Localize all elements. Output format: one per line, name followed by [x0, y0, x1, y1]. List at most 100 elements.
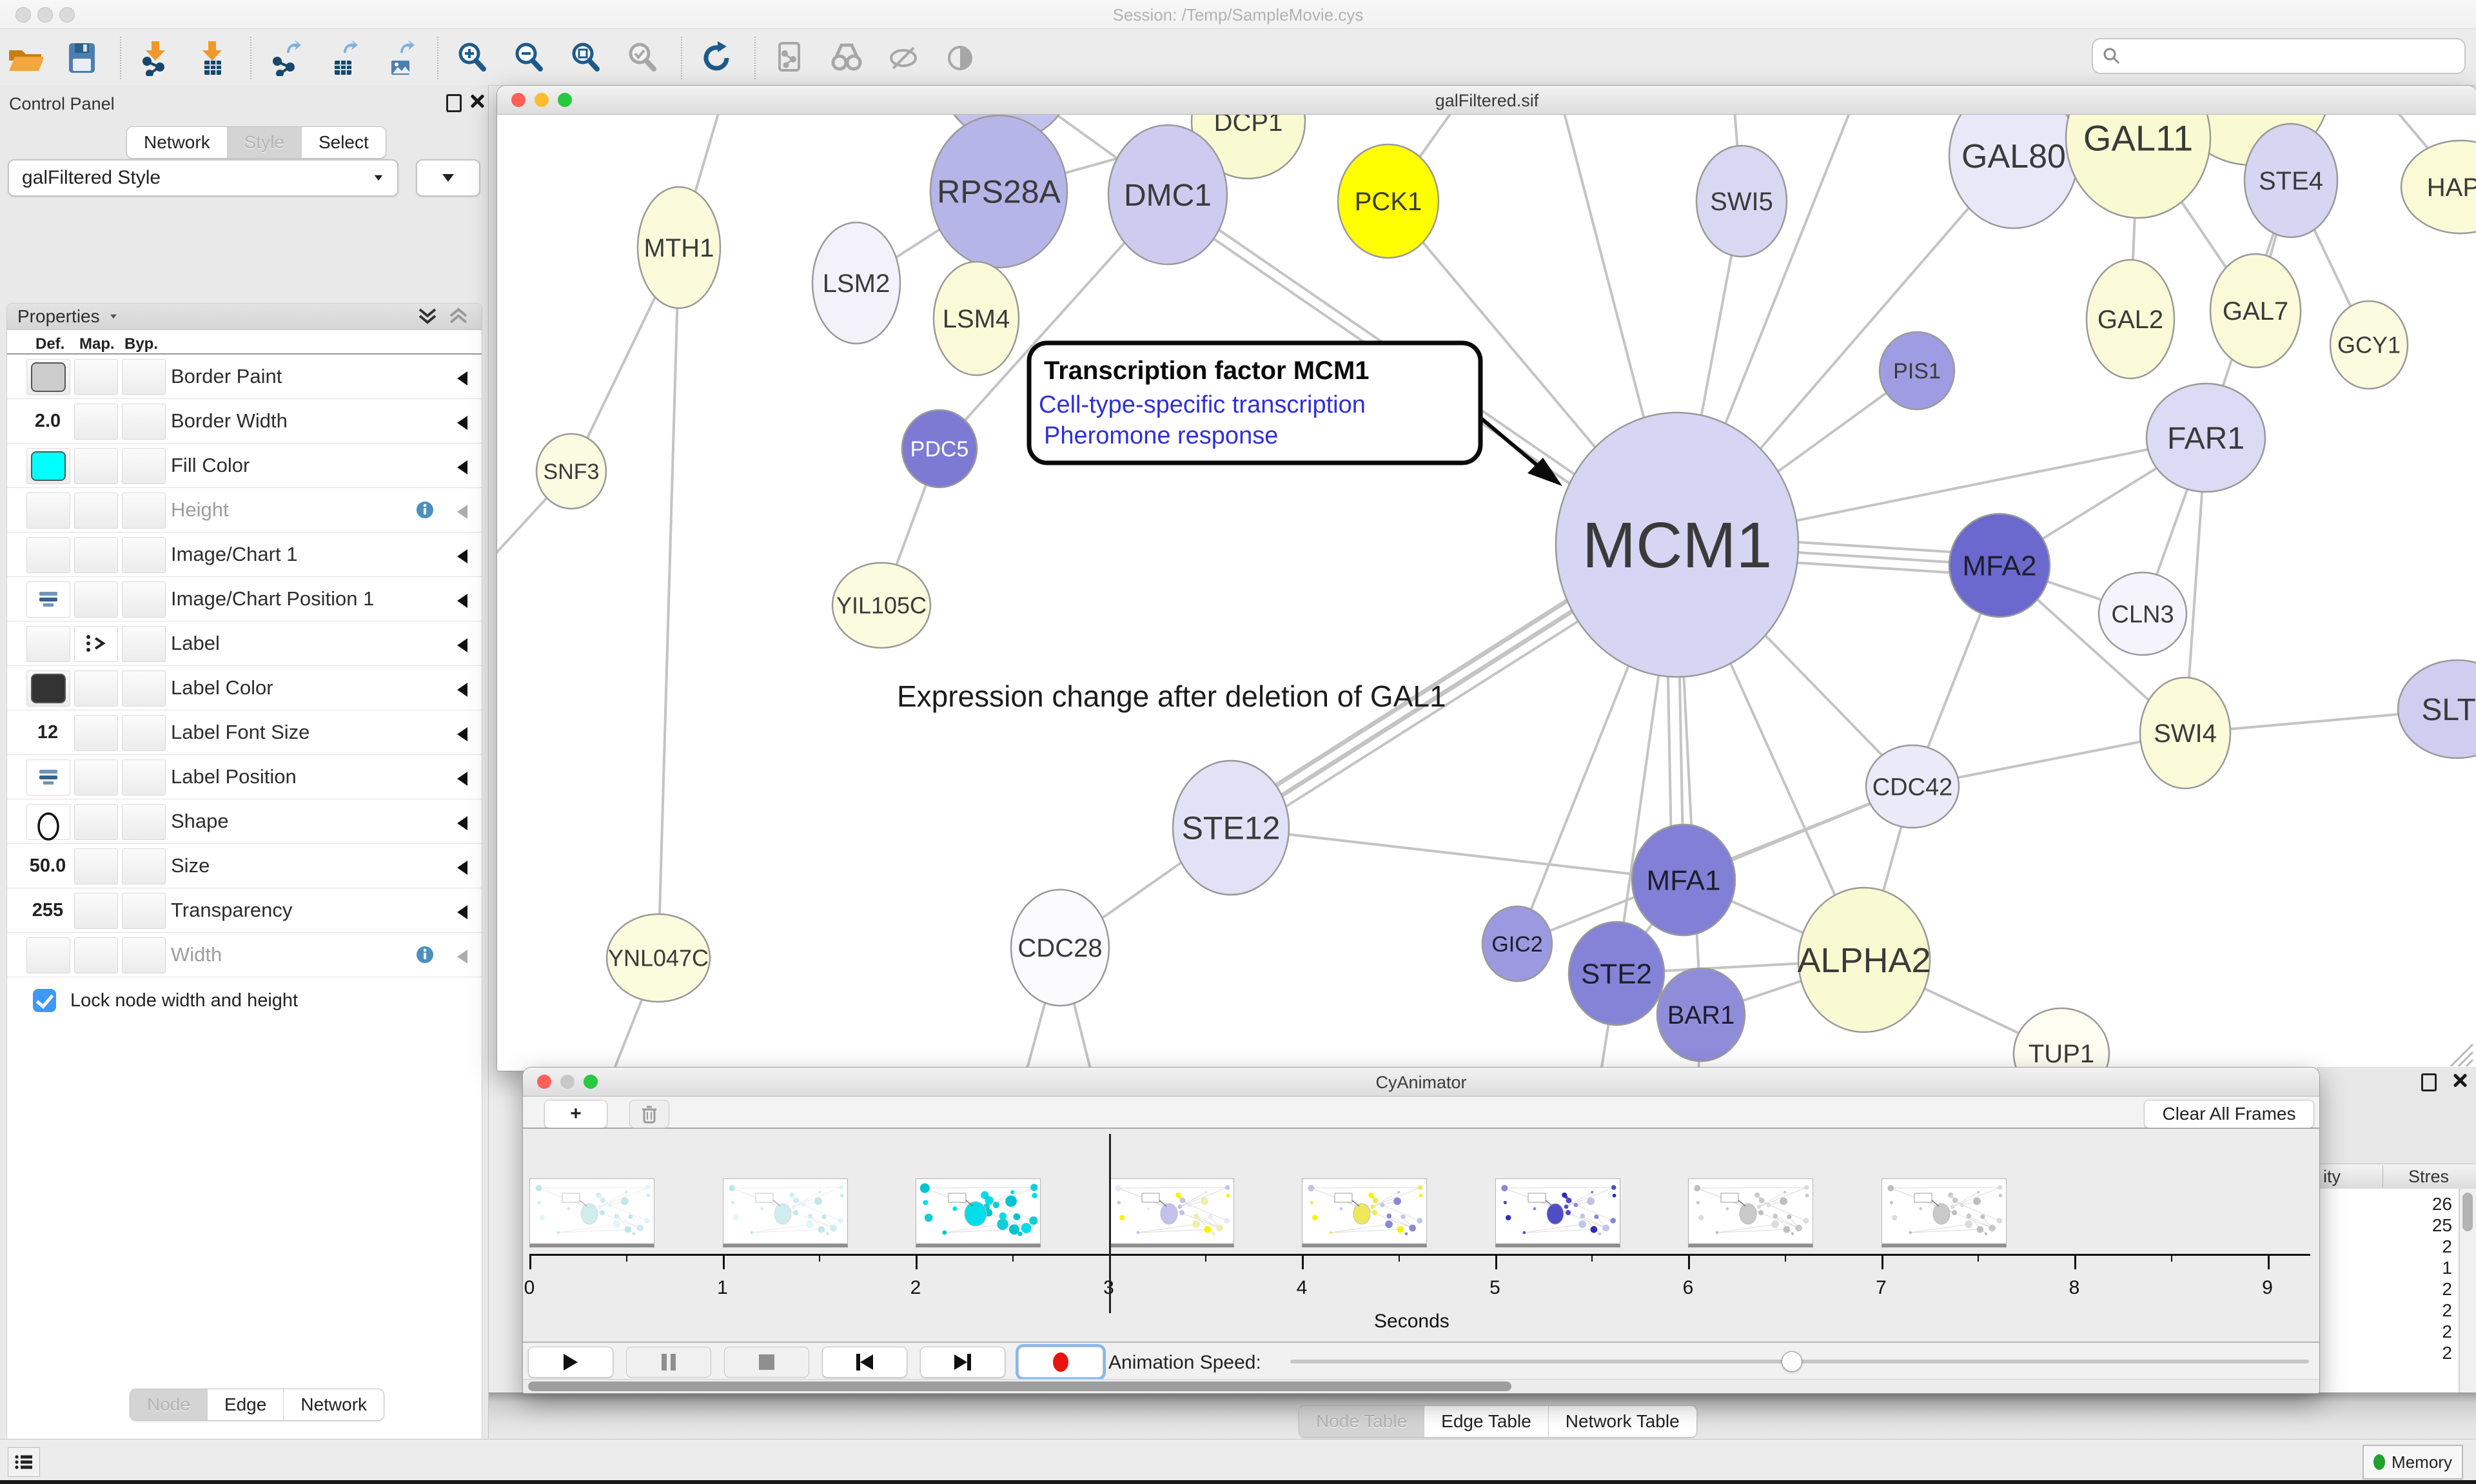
tab-network[interactable]: Network — [127, 127, 228, 158]
import-table-button[interactable] — [193, 39, 231, 77]
expand-row-icon[interactable] — [457, 505, 467, 519]
float-panel-icon[interactable] — [446, 94, 462, 115]
frame-thumbnail-2[interactable] — [916, 1178, 1041, 1247]
previous-frame-button[interactable] — [822, 1347, 907, 1378]
byp-cell[interactable] — [122, 581, 166, 618]
network-node-YIL105C[interactable]: YIL105C — [832, 563, 930, 648]
tab-node[interactable]: Node — [130, 1389, 208, 1420]
import-network-button[interactable] — [137, 39, 174, 77]
network-canvas[interactable]: RPS28BDCP1RPS28ADMC1PCK1MTH1LSM2LSM4SWI5… — [497, 115, 2476, 1071]
network-node-MFA2[interactable]: MFA2 — [1949, 514, 2050, 617]
frame-thumbnail-4[interactable] — [1302, 1178, 1427, 1247]
byp-cell[interactable] — [122, 537, 166, 573]
byp-cell[interactable] — [122, 893, 166, 929]
network-node-SWI4[interactable]: SWI4 — [2140, 678, 2230, 788]
network-node-GAL7[interactable]: GAL7 — [2210, 254, 2301, 367]
def-cell[interactable] — [26, 937, 70, 973]
byp-cell[interactable] — [122, 493, 166, 529]
network-node-STE12[interactable]: STE12 — [1173, 761, 1289, 895]
tab-network-table[interactable]: Network Table — [1549, 1406, 1696, 1437]
scrollbar-thumb[interactable] — [528, 1381, 1511, 1391]
scrollbar-thumb[interactable] — [2462, 1193, 2473, 1231]
map-cell[interactable] — [74, 759, 118, 796]
network-node-PCK1[interactable]: PCK1 — [1338, 144, 1439, 258]
network-node-SLT2[interactable]: SLT2 — [2398, 660, 2476, 758]
network-node-ALPHA2[interactable]: ALPHA2 — [1797, 888, 1931, 1032]
tab-node-table[interactable]: Node Table — [1299, 1406, 1424, 1437]
open-session-button[interactable] — [6, 39, 44, 77]
timeline-horizontal-scrollbar[interactable] — [523, 1379, 2319, 1394]
timeline-playhead[interactable] — [1109, 1134, 1111, 1313]
def-cell[interactable] — [26, 581, 70, 618]
map-cell[interactable] — [74, 359, 118, 395]
network-node-GCY1[interactable]: GCY1 — [2330, 301, 2408, 389]
show-all-button[interactable] — [941, 39, 979, 77]
map-cell[interactable] — [74, 848, 118, 884]
add-frame-button[interactable]: + — [544, 1100, 607, 1128]
style-selector[interactable]: galFiltered Style — [8, 159, 398, 197]
network-node-MFA1[interactable]: MFA1 — [1632, 825, 1735, 935]
export-network-button[interactable] — [267, 39, 304, 77]
map-cell[interactable] — [74, 670, 118, 707]
tab-select[interactable]: Select — [302, 127, 386, 158]
network-node-PDC5[interactable]: PDC5 — [902, 410, 977, 487]
close-panel-icon[interactable] — [469, 93, 485, 112]
expand-row-icon[interactable] — [457, 549, 467, 563]
network-node-MCM1[interactable]: MCM1 — [1556, 413, 1798, 677]
network-node-HAP2[interactable]: HAP2 — [2401, 141, 2476, 233]
byp-cell[interactable] — [122, 848, 166, 884]
expand-row-icon[interactable] — [457, 950, 467, 964]
record-button[interactable] — [1018, 1347, 1103, 1378]
network-node-SWI5[interactable]: SWI5 — [1696, 146, 1787, 257]
network-node-LSM2[interactable]: LSM2 — [812, 222, 900, 344]
expand-row-icon[interactable] — [457, 594, 467, 608]
expand-row-icon[interactable] — [457, 371, 467, 386]
properties-header[interactable]: Properties — [7, 304, 482, 330]
close-panel-icon[interactable] — [2452, 1072, 2468, 1091]
animation-speed-slider[interactable] — [1290, 1360, 2309, 1363]
map-cell[interactable] — [74, 893, 118, 929]
frame-thumbnail-0[interactable] — [529, 1178, 654, 1247]
zoom-out-button[interactable] — [511, 39, 548, 77]
network-node-STE4[interactable]: STE4 — [2245, 124, 2337, 237]
map-cell[interactable] — [74, 448, 118, 484]
def-value[interactable]: 12 — [26, 715, 69, 750]
network-node-CDC42[interactable]: CDC42 — [1866, 745, 1959, 828]
task-history-button[interactable] — [8, 1447, 40, 1477]
first-neighbors-button[interactable] — [828, 39, 865, 77]
map-cell[interactable] — [74, 715, 118, 751]
byp-cell[interactable] — [122, 359, 166, 395]
def-cell[interactable] — [26, 493, 70, 529]
network-node-RPS28A[interactable]: RPS28A — [930, 115, 1067, 268]
network-node-GAL80[interactable]: GAL80 — [1949, 115, 2078, 228]
expand-row-icon[interactable] — [457, 416, 467, 430]
network-node-GAL11[interactable]: GAL11 — [2066, 115, 2210, 218]
def-value[interactable]: 255 — [26, 893, 69, 928]
def-cell[interactable] — [26, 759, 70, 796]
byp-cell[interactable] — [122, 670, 166, 707]
network-node-MTH1[interactable]: MTH1 — [638, 187, 720, 308]
animation-timeline[interactable]: 0123456789Seconds — [523, 1129, 2319, 1342]
def-cell[interactable] — [26, 359, 70, 395]
network-node-DMC1[interactable]: DMC1 — [1108, 125, 1227, 264]
expand-row-icon[interactable] — [457, 772, 467, 786]
expand-row-icon[interactable] — [457, 460, 467, 474]
expand-row-icon[interactable] — [457, 861, 467, 875]
network-node-STE2[interactable]: STE2 — [1569, 922, 1664, 1025]
info-icon[interactable] — [416, 501, 434, 522]
lock-size-checkbox[interactable] — [33, 989, 56, 1012]
zoom-in-button[interactable] — [454, 39, 491, 77]
byp-cell[interactable] — [122, 937, 166, 973]
byp-cell[interactable] — [122, 404, 166, 440]
search-input[interactable] — [2121, 45, 2464, 67]
float-panel-icon[interactable] — [2421, 1073, 2437, 1095]
byp-cell[interactable] — [122, 626, 166, 662]
zoom-selected-button[interactable] — [624, 39, 662, 77]
network-node-LSM4[interactable]: LSM4 — [934, 262, 1019, 375]
map-cell[interactable] — [74, 626, 118, 662]
map-cell[interactable] — [74, 493, 118, 529]
delete-frame-button[interactable] — [629, 1100, 669, 1128]
zoom-fit-button[interactable] — [567, 39, 605, 77]
tab-edge[interactable]: Edge — [208, 1389, 284, 1420]
export-image-button[interactable] — [380, 39, 418, 77]
